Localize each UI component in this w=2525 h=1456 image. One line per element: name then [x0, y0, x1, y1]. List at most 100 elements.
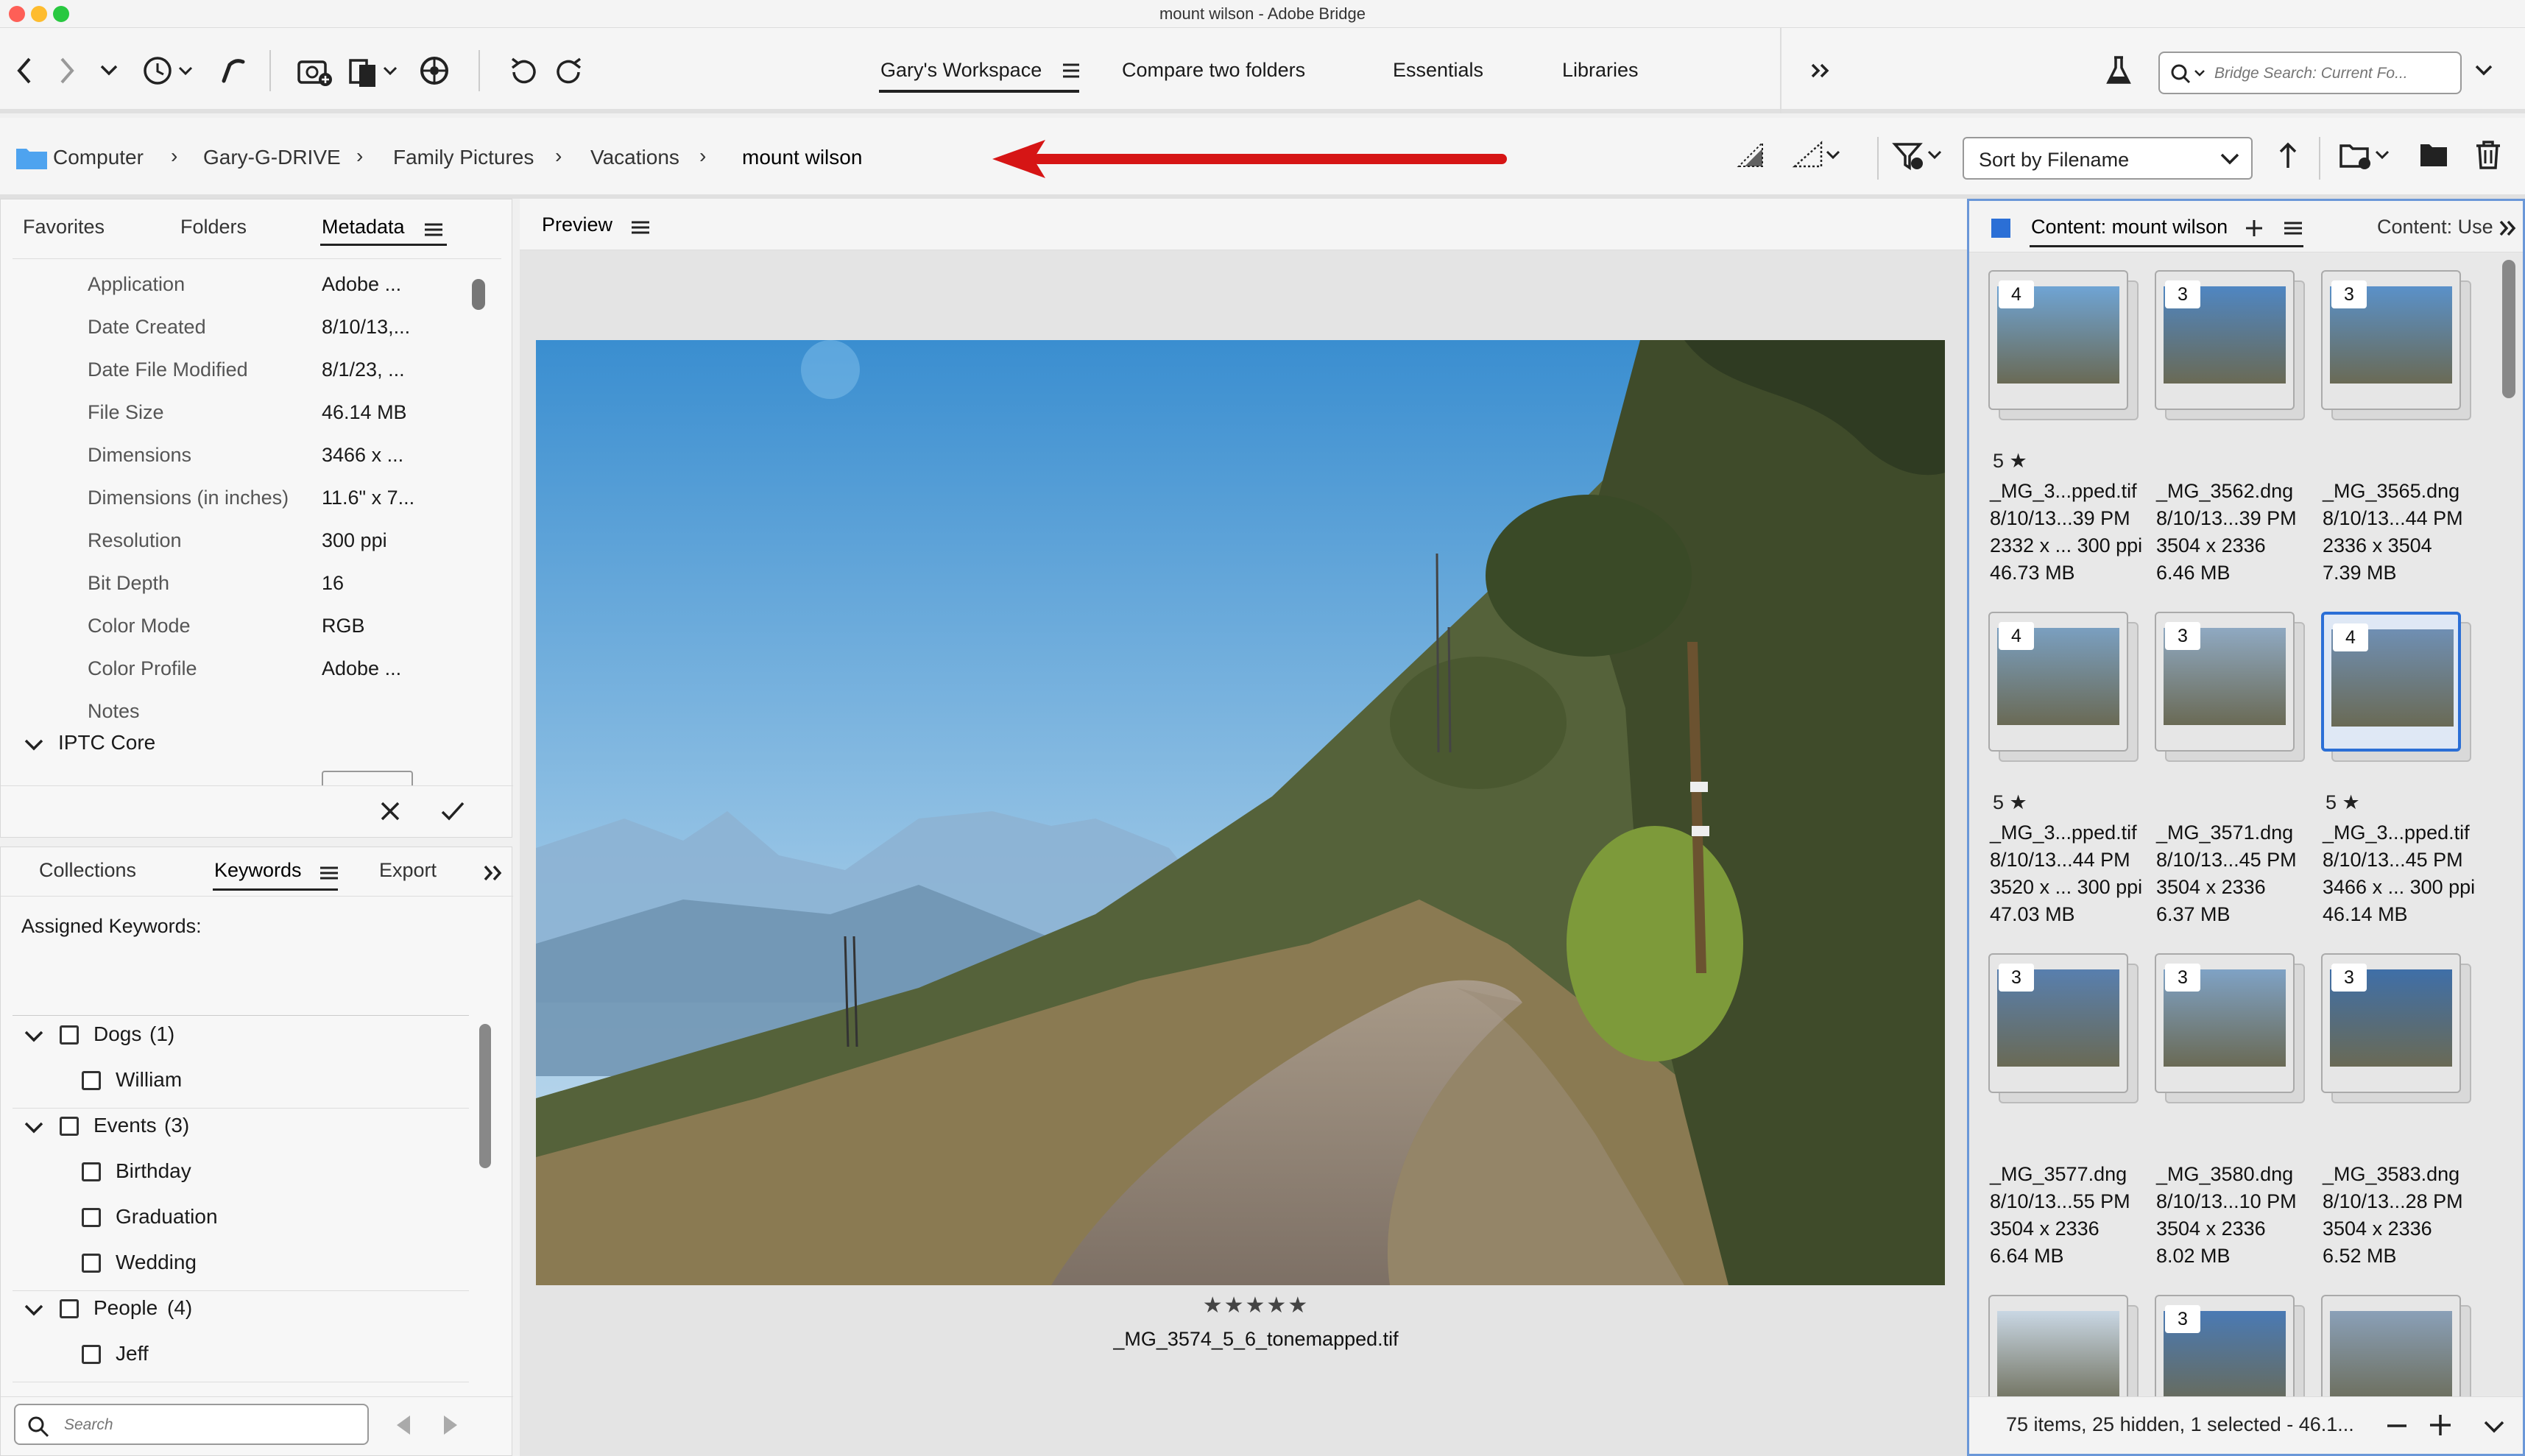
- tab-favorites[interactable]: Favorites: [23, 216, 105, 238]
- thumbnail-card[interactable]: 4: [2321, 612, 2461, 752]
- cancel-icon[interactable]: [378, 799, 403, 824]
- content-thumbnail[interactable]: 3: [2321, 270, 2471, 420]
- keyword-group-name[interactable]: Dogs: [93, 1022, 141, 1046]
- keyword-group-name[interactable]: People: [93, 1296, 158, 1320]
- content-thumbnail[interactable]: 3: [1988, 953, 2139, 1103]
- keyword-group-name[interactable]: Events: [93, 1114, 157, 1137]
- more-panels-icon[interactable]: [2498, 217, 2520, 239]
- tab-metadata[interactable]: Metadata: [322, 216, 405, 238]
- keyword-checkbox[interactable]: [60, 1025, 79, 1045]
- stack-count-badge[interactable]: 4: [1999, 622, 2034, 650]
- thumbnail-card[interactable]: 3: [2321, 270, 2461, 410]
- quality-options-icon[interactable]: [1734, 135, 1767, 177]
- next-result-icon[interactable]: [439, 1413, 462, 1438]
- breadcrumb-current-folder[interactable]: mount wilson: [742, 146, 862, 169]
- metadata-field-value[interactable]: Adobe ...: [322, 273, 401, 296]
- photoshop-icon[interactable]: [417, 50, 453, 91]
- tab-export[interactable]: Export: [379, 859, 437, 882]
- workspace-tab-libraries[interactable]: Libraries: [1562, 59, 1639, 82]
- thumbnail-card[interactable]: 4: [1988, 612, 2128, 752]
- keyword-checkbox[interactable]: [60, 1117, 79, 1136]
- metadata-field-value[interactable]: 300 ppi: [322, 529, 387, 552]
- sort-by-dropdown[interactable]: Sort by Filename: [1963, 137, 2253, 180]
- thumbnail-card[interactable]: 3: [2321, 953, 2461, 1093]
- more-workspaces-icon[interactable]: [1807, 50, 1836, 91]
- thumbnail-rating[interactable]: 5 ★: [1993, 791, 2027, 814]
- zoom-in-icon[interactable]: [2427, 1412, 2454, 1438]
- keyword-item[interactable]: William: [116, 1068, 182, 1092]
- content-scrollbar[interactable]: [2502, 260, 2515, 398]
- panel-menu-icon[interactable]: [319, 862, 339, 884]
- bridge-search-input[interactable]: [2214, 62, 2450, 85]
- thumbnail-rating[interactable]: 5 ★: [2326, 791, 2360, 814]
- keyword-item[interactable]: Jeff: [116, 1342, 149, 1365]
- stack-count-badge[interactable]: 3: [2331, 964, 2367, 992]
- metadata-field-value[interactable]: 8/10/13,...: [322, 316, 410, 339]
- thumbnail-card[interactable]: 3: [1988, 953, 2128, 1093]
- flask-icon[interactable]: [2102, 50, 2135, 91]
- thumbnail-card[interactable]: 3: [2155, 612, 2295, 752]
- metadata-field-value[interactable]: 3466 x ...: [322, 444, 403, 467]
- keyword-item[interactable]: Graduation: [116, 1205, 218, 1229]
- trash-icon[interactable]: [2472, 135, 2504, 177]
- keywords-scrollbar[interactable]: [479, 1024, 491, 1168]
- tab-content[interactable]: Content: mount wilson: [2031, 216, 2228, 238]
- workspace-tab-garys[interactable]: Gary's Workspace: [880, 59, 1042, 82]
- filter-icon[interactable]: [1890, 135, 1949, 177]
- preview-image[interactable]: [536, 340, 1945, 1285]
- chevron-down-icon[interactable]: [23, 1117, 45, 1139]
- breadcrumb-drive[interactable]: Gary-G-DRIVE: [203, 146, 341, 169]
- tab-content-secondary[interactable]: Content: Use: [2377, 216, 2495, 238]
- preview-rating-stars[interactable]: ★★★★★: [520, 1293, 1992, 1318]
- thumbnail-card[interactable]: 4: [1988, 270, 2128, 410]
- iptc-core-section[interactable]: IPTC Core: [58, 731, 155, 754]
- sort-ascending-icon[interactable]: [2275, 135, 2301, 177]
- breadcrumb-computer[interactable]: Computer: [53, 146, 144, 169]
- boomerang-icon[interactable]: [213, 50, 250, 91]
- metadata-field-value[interactable]: 11.6" x 7...: [322, 487, 414, 509]
- stack-count-badge[interactable]: 3: [2165, 622, 2200, 650]
- content-thumbnail[interactable]: 4: [1988, 612, 2139, 762]
- new-folder-icon[interactable]: [2418, 135, 2450, 177]
- bridge-search-box[interactable]: [2158, 52, 2462, 94]
- add-tab-icon[interactable]: [2243, 217, 2265, 239]
- keyword-search-box[interactable]: [14, 1404, 369, 1445]
- stack-count-badge[interactable]: 3: [2165, 1305, 2200, 1333]
- tab-keywords[interactable]: Keywords: [214, 859, 302, 882]
- tab-preview[interactable]: Preview: [542, 213, 612, 236]
- metadata-field-value[interactable]: 8/1/23, ...: [322, 358, 405, 381]
- keyword-checkbox[interactable]: [82, 1345, 101, 1364]
- metadata-scrollbar[interactable]: [472, 279, 485, 310]
- keyword-checkbox[interactable]: [60, 1299, 79, 1318]
- thumbnail-card[interactable]: 3: [2155, 953, 2295, 1093]
- refine-icon[interactable]: [346, 50, 405, 91]
- review-mode-icon[interactable]: [1790, 135, 1849, 177]
- forward-icon[interactable]: [52, 50, 81, 91]
- chevron-down-icon[interactable]: [23, 1025, 45, 1047]
- panel-menu-icon[interactable]: [423, 219, 444, 241]
- back-icon[interactable]: [10, 50, 40, 91]
- metadata-field-value[interactable]: Adobe ...: [322, 657, 401, 680]
- chevron-down-icon[interactable]: [96, 50, 122, 91]
- thumbnail-card[interactable]: 3: [2155, 270, 2295, 410]
- content-thumbnail[interactable]: 3: [2155, 612, 2305, 762]
- more-panels-icon[interactable]: [481, 862, 506, 884]
- chevron-down-icon[interactable]: [2471, 50, 2497, 91]
- stack-count-badge[interactable]: 4: [1999, 280, 2034, 308]
- chevron-down-icon[interactable]: [23, 1299, 45, 1321]
- rotate-right-icon[interactable]: [551, 50, 587, 91]
- panel-menu-icon[interactable]: [2283, 217, 2303, 239]
- open-recent-file-icon[interactable]: [2338, 135, 2397, 177]
- apply-checkmark-icon[interactable]: [439, 799, 466, 824]
- keyword-checkbox[interactable]: [82, 1162, 101, 1181]
- content-thumbnail[interactable]: 4: [1988, 270, 2139, 420]
- metadata-field-edge[interactable]: [322, 771, 413, 785]
- keyword-checkbox[interactable]: [82, 1071, 101, 1090]
- panel-menu-icon[interactable]: [630, 216, 651, 238]
- keyword-item[interactable]: Wedding: [116, 1251, 197, 1274]
- camera-import-icon[interactable]: [294, 50, 336, 91]
- keyword-checkbox[interactable]: [82, 1254, 101, 1273]
- stack-count-badge[interactable]: 3: [1999, 964, 2034, 992]
- rotate-left-icon[interactable]: [505, 50, 542, 91]
- recent-history-icon[interactable]: [137, 50, 203, 91]
